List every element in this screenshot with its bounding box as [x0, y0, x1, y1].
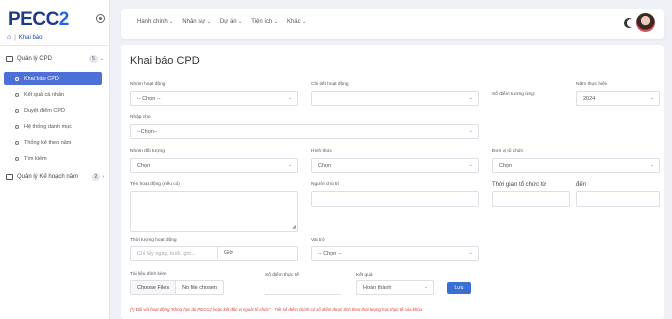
- top-nav-menu: Hành chính Nhân sự Dự án Tiện ích Khác: [137, 19, 306, 25]
- choose-files-button[interactable]: Choose Files: [131, 281, 177, 294]
- count-badge: 2: [91, 173, 101, 181]
- label-so-diem-thuc-te: Số điểm thực tế: [265, 273, 299, 278]
- input-so-diem-thuc-te[interactable]: [265, 280, 341, 295]
- select-nam[interactable]: 2024: [576, 91, 660, 106]
- sidebar-group-label: Quản lý CPD: [17, 56, 53, 62]
- sidebar-item-label: Hệ thống danh mục: [24, 123, 73, 130]
- main-card: Khai báo CPD Nhóm hoạt động -- Chọn -- C…: [121, 45, 664, 319]
- select-nhom-hoat-dong[interactable]: -- Chọn --: [130, 91, 298, 106]
- logo[interactable]: PECC2: [8, 9, 69, 31]
- nav-khac[interactable]: Khác: [287, 19, 306, 25]
- monitor-icon: [6, 174, 13, 180]
- monitor-icon: [6, 56, 13, 62]
- label-hinh-thuc: Hình thức: [311, 149, 333, 154]
- sidebar-group-cpd[interactable]: Quản lý CPD 5 ⌄: [6, 55, 104, 63]
- circle-icon: [15, 156, 19, 161]
- file-input[interactable]: Choose Files No file chosen: [130, 280, 224, 295]
- breadcrumb: ⌂ | Khai báo: [7, 34, 42, 41]
- select-don-vi[interactable]: Chọn: [492, 158, 660, 173]
- home-icon[interactable]: ⌂: [7, 34, 11, 41]
- resize-handle-icon[interactable]: ◢: [292, 224, 296, 230]
- sidebar-item-label: Thống kê theo năm: [24, 139, 72, 146]
- label-ten-hoat-dong: Tên hoạt động (nếu có): [130, 182, 180, 187]
- label-den: đến: [576, 182, 587, 188]
- select-ket-qua[interactable]: Hoàn thành: [356, 280, 434, 295]
- nav-tien-ich[interactable]: Tiện ích: [251, 19, 278, 25]
- sidebar-item-label: Khai báo CPD: [24, 75, 59, 82]
- label-nguoi-chu-tri: Người chủ trì: [311, 182, 340, 187]
- circle-icon: [15, 108, 19, 113]
- circle-icon: [15, 140, 19, 145]
- sidebar-item-thong-ke[interactable]: Thống kê theo năm: [4, 136, 102, 149]
- label-thoi-gian-tu: Thời gian tổ chức từ: [492, 182, 547, 188]
- unit-select[interactable]: Giờ: [224, 250, 233, 256]
- label-nhom-doi-tuong: Nhóm đối tượng: [130, 149, 165, 154]
- sidebar-group-label: Quản lý Kế hoạch năm: [17, 174, 79, 180]
- chevron-down-icon: ⌄: [99, 56, 104, 62]
- label-don-vi: Đơn vị tổ chức: [492, 149, 524, 154]
- input-nguoi-chu-tri[interactable]: [311, 191, 479, 207]
- top-navbar: Hành chính Nhân sự Dự án Tiện ích Khác: [121, 9, 664, 39]
- nav-du-an[interactable]: Dự án: [220, 19, 242, 25]
- sidebar: PECC2 ⌂ | Khai báo Quản lý CPD 5 ⌄ Khai …: [0, 0, 110, 319]
- count-badge: 5: [89, 55, 98, 63]
- label-nhom-hoat-dong: Nhóm hoạt động: [130, 82, 166, 87]
- sidebar-divider: [0, 45, 110, 46]
- input-thoi-gian-tu[interactable]: [492, 191, 570, 207]
- chevron-right-icon: ›: [102, 174, 104, 180]
- sidebar-item-label: Tìm kiếm: [24, 155, 47, 162]
- circle-icon: [15, 76, 19, 81]
- input-den[interactable]: [576, 191, 660, 207]
- circle-icon: [15, 92, 19, 97]
- sidebar-item-tim-kiem[interactable]: Tìm kiếm: [4, 152, 102, 165]
- file-name: No file chosen: [182, 284, 217, 291]
- sidebar-item-label: Kết quả cá nhân: [24, 91, 65, 98]
- page-title: Khai báo CPD: [130, 55, 200, 67]
- breadcrumb-separator: |: [14, 34, 16, 41]
- breadcrumb-current: Khai báo: [18, 34, 43, 41]
- select-chi-tiet[interactable]: [311, 91, 479, 106]
- dark-mode-icon[interactable]: [627, 19, 635, 27]
- note-text: (*) Đối với hoạt động "Khóa học do PECC2…: [130, 307, 423, 312]
- sidebar-item-label: Duyệt điểm CPD: [24, 107, 65, 114]
- label-vai-tro: Vai trò: [311, 238, 325, 243]
- nav-hanh-chinh[interactable]: Hành chính: [137, 19, 173, 25]
- circle-icon: [15, 124, 19, 129]
- avatar[interactable]: [636, 13, 655, 32]
- label-so-diem-ung: Số điểm tương ứng:: [492, 92, 536, 97]
- nav-nhan-su[interactable]: Nhân sự: [182, 19, 211, 25]
- select-nhap-cho[interactable]: --Chọn--: [130, 124, 479, 139]
- label-nhap-cho: Nhập cho: [130, 115, 151, 120]
- input-thoi-luong[interactable]: Chỉ lấy ngày, buổi, giờ...: [130, 246, 298, 261]
- sidebar-item-khai-bao[interactable]: Khai báo CPD: [4, 72, 102, 85]
- placeholder-text: Chỉ lấy ngày, buổi, giờ...: [137, 250, 196, 257]
- sidebar-item-duyet-diem[interactable]: Duyệt điểm CPD: [4, 104, 102, 117]
- unit-divider: [217, 246, 218, 259]
- label-chi-tiet: Chi tiết hoạt động: [311, 82, 349, 87]
- label-nam: Năm thực hiện: [576, 82, 608, 87]
- select-nhom-doi-tuong[interactable]: Chọn: [130, 158, 298, 173]
- select-hinh-thuc[interactable]: Chọn: [311, 158, 479, 173]
- collapse-sidebar-icon[interactable]: [96, 14, 105, 23]
- sidebar-item-danh-muc[interactable]: Hệ thống danh mục: [4, 120, 102, 133]
- select-vai-tro[interactable]: -- Chọn --: [311, 246, 479, 261]
- sidebar-item-ket-qua[interactable]: Kết quả cá nhân: [4, 88, 102, 101]
- save-button[interactable]: Lưu: [447, 282, 471, 294]
- textarea-ten-hoat-dong[interactable]: ◢: [130, 191, 298, 232]
- label-tai-lieu: Tài liệu đính kèm: [130, 272, 167, 277]
- label-ket-qua: Kết quả: [356, 273, 373, 278]
- sidebar-group-ke-hoach[interactable]: Quản lý Kế hoạch năm 2 ›: [6, 173, 104, 181]
- label-thoi-luong: Thời lượng hoạt động: [130, 238, 177, 243]
